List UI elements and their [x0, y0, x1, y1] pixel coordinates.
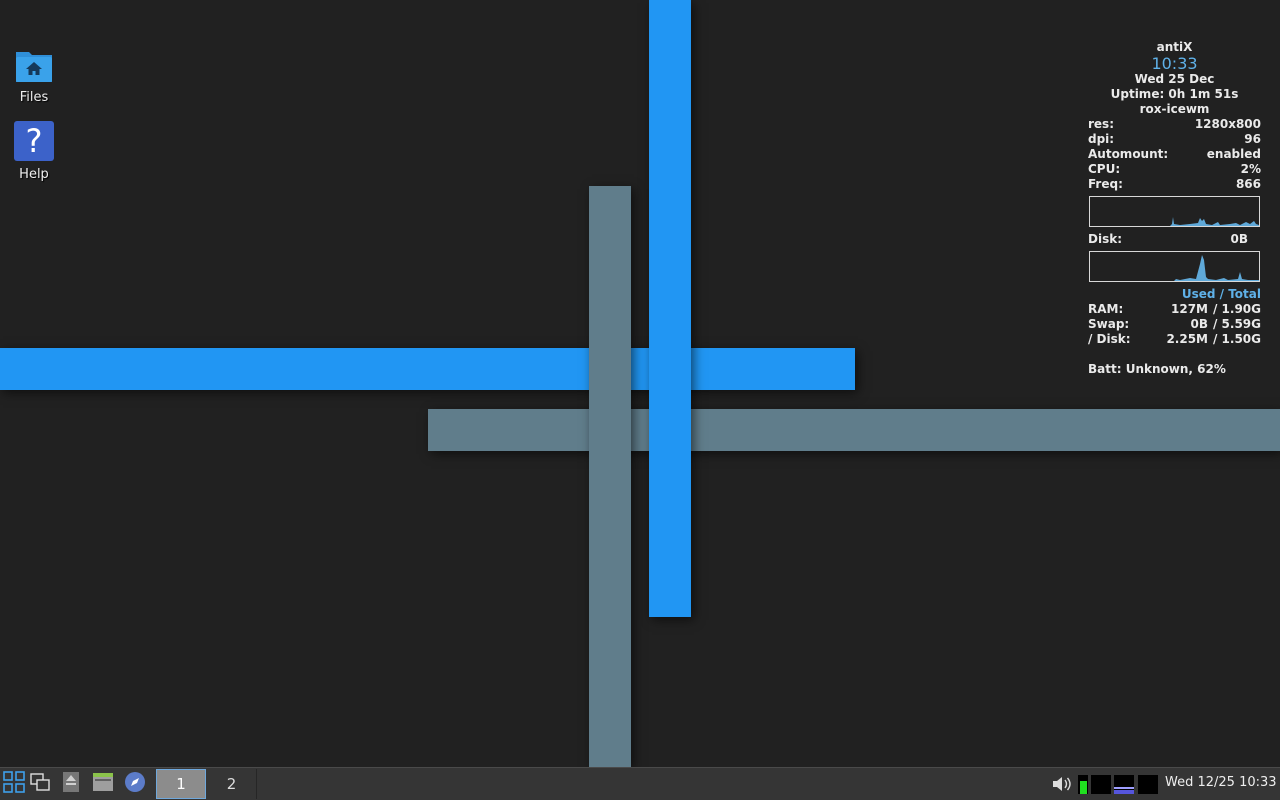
cpu-graph: [1089, 196, 1260, 227]
conky-system-monitor: antiX 10:33 Wed 25 Dec Uptime: 0h 1m 51s…: [1088, 40, 1261, 377]
window-list-icon: [30, 772, 50, 796]
desktop-icon-files[interactable]: Files: [0, 48, 68, 105]
conky-uptime: Uptime: 0h 1m 51s: [1110, 87, 1239, 101]
conky-stat-row: Freq: 866: [1088, 177, 1261, 191]
conky-date: Wed 25 Dec: [1134, 72, 1215, 86]
conky-mem-row: / Disk: 2.25M / 1.50G: [1088, 332, 1261, 346]
conky-stat-row: res: 1280x800: [1088, 117, 1261, 131]
wallpaper-bar: [649, 0, 691, 617]
conky-mem-row: RAM: 127M / 1.90G: [1088, 302, 1261, 316]
start-menu-button[interactable]: [2, 771, 26, 797]
desktop-icon-help[interactable]: ? Help: [0, 121, 68, 182]
svg-text:?: ?: [26, 122, 43, 160]
network-monitor-icon[interactable]: [1114, 775, 1134, 794]
volume-icon[interactable]: [1052, 776, 1072, 796]
apm-monitor-icon[interactable]: [1138, 775, 1158, 794]
conky-stat-row: Automount: enabled: [1088, 147, 1261, 161]
file-manager-icon: [92, 772, 114, 796]
show-desktop-icon: [62, 771, 80, 797]
wallpaper-bar: [589, 186, 631, 767]
conky-stat-row: CPU: 2%: [1088, 162, 1261, 176]
tray-clock[interactable]: Wed 12/25 10:33: [1165, 775, 1277, 790]
start-menu-icon: [3, 771, 25, 797]
wallpaper-bar: [0, 348, 855, 390]
window-list-button[interactable]: [28, 771, 52, 797]
desktop: Files ? Help antiX 10:33 Wed 25 Dec Upti…: [0, 0, 1280, 767]
conky-mem-header: Used / Total: [1181, 287, 1261, 301]
file-manager-button[interactable]: [91, 771, 115, 797]
web-browser-button[interactable]: [123, 771, 147, 797]
conky-time: 10:33: [1151, 54, 1198, 73]
conky-disk-row: Disk: 0B: [1088, 232, 1248, 246]
workspace-button-2[interactable]: 2: [207, 769, 257, 799]
home-folder-icon: [0, 48, 68, 84]
conky-session: rox-icewm: [1139, 102, 1210, 116]
taskbar: 1 2 Wed 12/25 10:33: [0, 767, 1280, 800]
conky-stat-row: dpi: 96: [1088, 132, 1261, 146]
cpu-monitor-icon[interactable]: [1078, 775, 1088, 794]
show-desktop-button[interactable]: [59, 771, 83, 797]
workspace-button-1[interactable]: 1: [156, 769, 206, 799]
desktop-icon-label: Files: [19, 90, 49, 105]
conky-hostname: antiX: [1156, 40, 1193, 54]
conky-battery: Batt: Unknown, 62%: [1088, 362, 1226, 376]
desktop-icon-label: Help: [19, 167, 49, 182]
wallpaper-bar: [428, 409, 1280, 451]
web-browser-icon: [124, 771, 146, 797]
disk-graph: [1089, 251, 1260, 282]
help-question-icon: ?: [0, 121, 68, 161]
memory-monitor-icon[interactable]: [1091, 775, 1111, 794]
conky-mem-row: Swap: 0B / 5.59G: [1088, 317, 1261, 331]
